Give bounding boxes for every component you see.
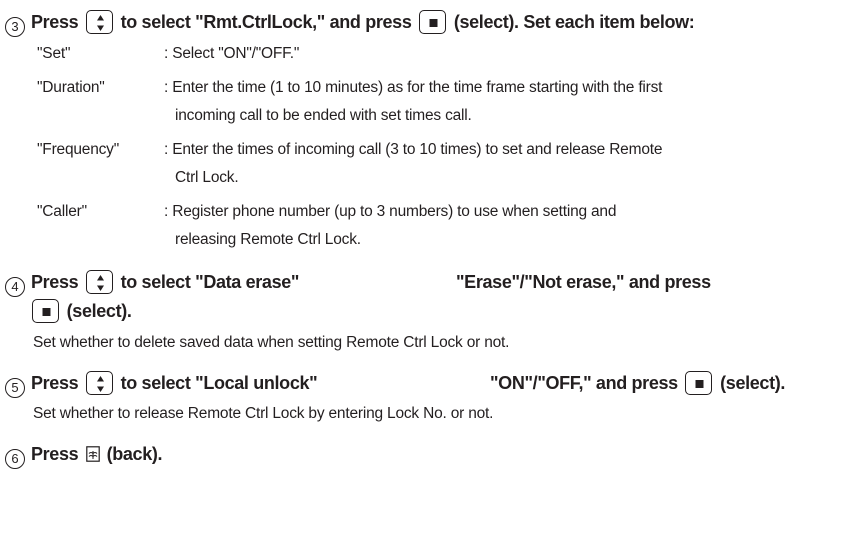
step-number: 3 <box>5 17 25 37</box>
item-term: "Caller" <box>37 203 87 220</box>
back-key-icon <box>86 443 100 462</box>
step-4-note: Set whether to delete saved data when se… <box>33 334 510 351</box>
step-number: 5 <box>5 378 25 398</box>
up-down-key-icon <box>85 270 113 294</box>
item-term: "Frequency" <box>37 141 120 158</box>
select-key-icon <box>419 10 447 34</box>
manual-page: 3 Press to select "Rmt.CtrlLock," and pre… <box>0 0 859 549</box>
item-desc: : Register phone number (up to 3 numbers… <box>164 203 617 220</box>
select-key-icon <box>32 299 59 323</box>
item-desc-continued: incoming call to be ended with set times… <box>175 107 472 124</box>
press-label: Press <box>31 444 79 464</box>
press-label: Press <box>31 272 79 292</box>
step-5-note: Set whether to release Remote Ctrl Lock … <box>33 405 494 422</box>
step-4-choice: "Erase"/"Not erase," and press <box>456 272 711 292</box>
item-desc-continued: Ctrl Lock. <box>175 169 239 186</box>
step-5-instruction: to select "Local unlock" <box>120 373 318 393</box>
step-4-heading: 4 Press to select "Data erase" <box>5 269 300 297</box>
item-desc: : Select "ON"/"OFF." <box>164 45 300 62</box>
step-6-heading: 6 Press (back). <box>5 441 163 469</box>
item-term: "Duration" <box>37 79 105 96</box>
select-key-icon <box>685 371 713 395</box>
item-desc: : Enter the times of incoming call (3 to… <box>164 141 663 158</box>
step-4-instruction-end: (select). <box>66 301 132 321</box>
step-5-instruction-end: (select). <box>720 373 786 393</box>
step-3-instruction: to select "Rmt.CtrlLock," and press <box>120 12 412 32</box>
step-4-instruction: to select "Data erase" <box>120 272 300 292</box>
press-label: Press <box>31 12 79 32</box>
step-6-instruction-end: (back). <box>106 444 163 464</box>
step-5-heading: 5 Press to select "Local unlock" <box>5 370 318 398</box>
up-down-key-icon <box>85 371 113 395</box>
step-5-choice-group: "ON"/"OFF," and press (select). <box>490 370 785 396</box>
step-number: 6 <box>5 449 25 469</box>
item-desc: : Enter the time (1 to 10 minutes) as fo… <box>164 79 663 96</box>
step-3-heading: 3 Press to select "Rmt.CtrlLock," and pre… <box>5 9 695 37</box>
step-4-heading-line2: (select). <box>32 298 132 324</box>
up-down-key-icon <box>85 10 113 34</box>
press-label: Press <box>31 373 79 393</box>
step-5-choice: "ON"/"OFF," and press <box>490 373 678 393</box>
item-desc-continued: releasing Remote Ctrl Lock. <box>175 231 361 248</box>
item-term: "Set" <box>37 45 71 62</box>
step-3-instruction-end: (select). Set each item below: <box>453 12 695 32</box>
step-number: 4 <box>5 277 25 297</box>
